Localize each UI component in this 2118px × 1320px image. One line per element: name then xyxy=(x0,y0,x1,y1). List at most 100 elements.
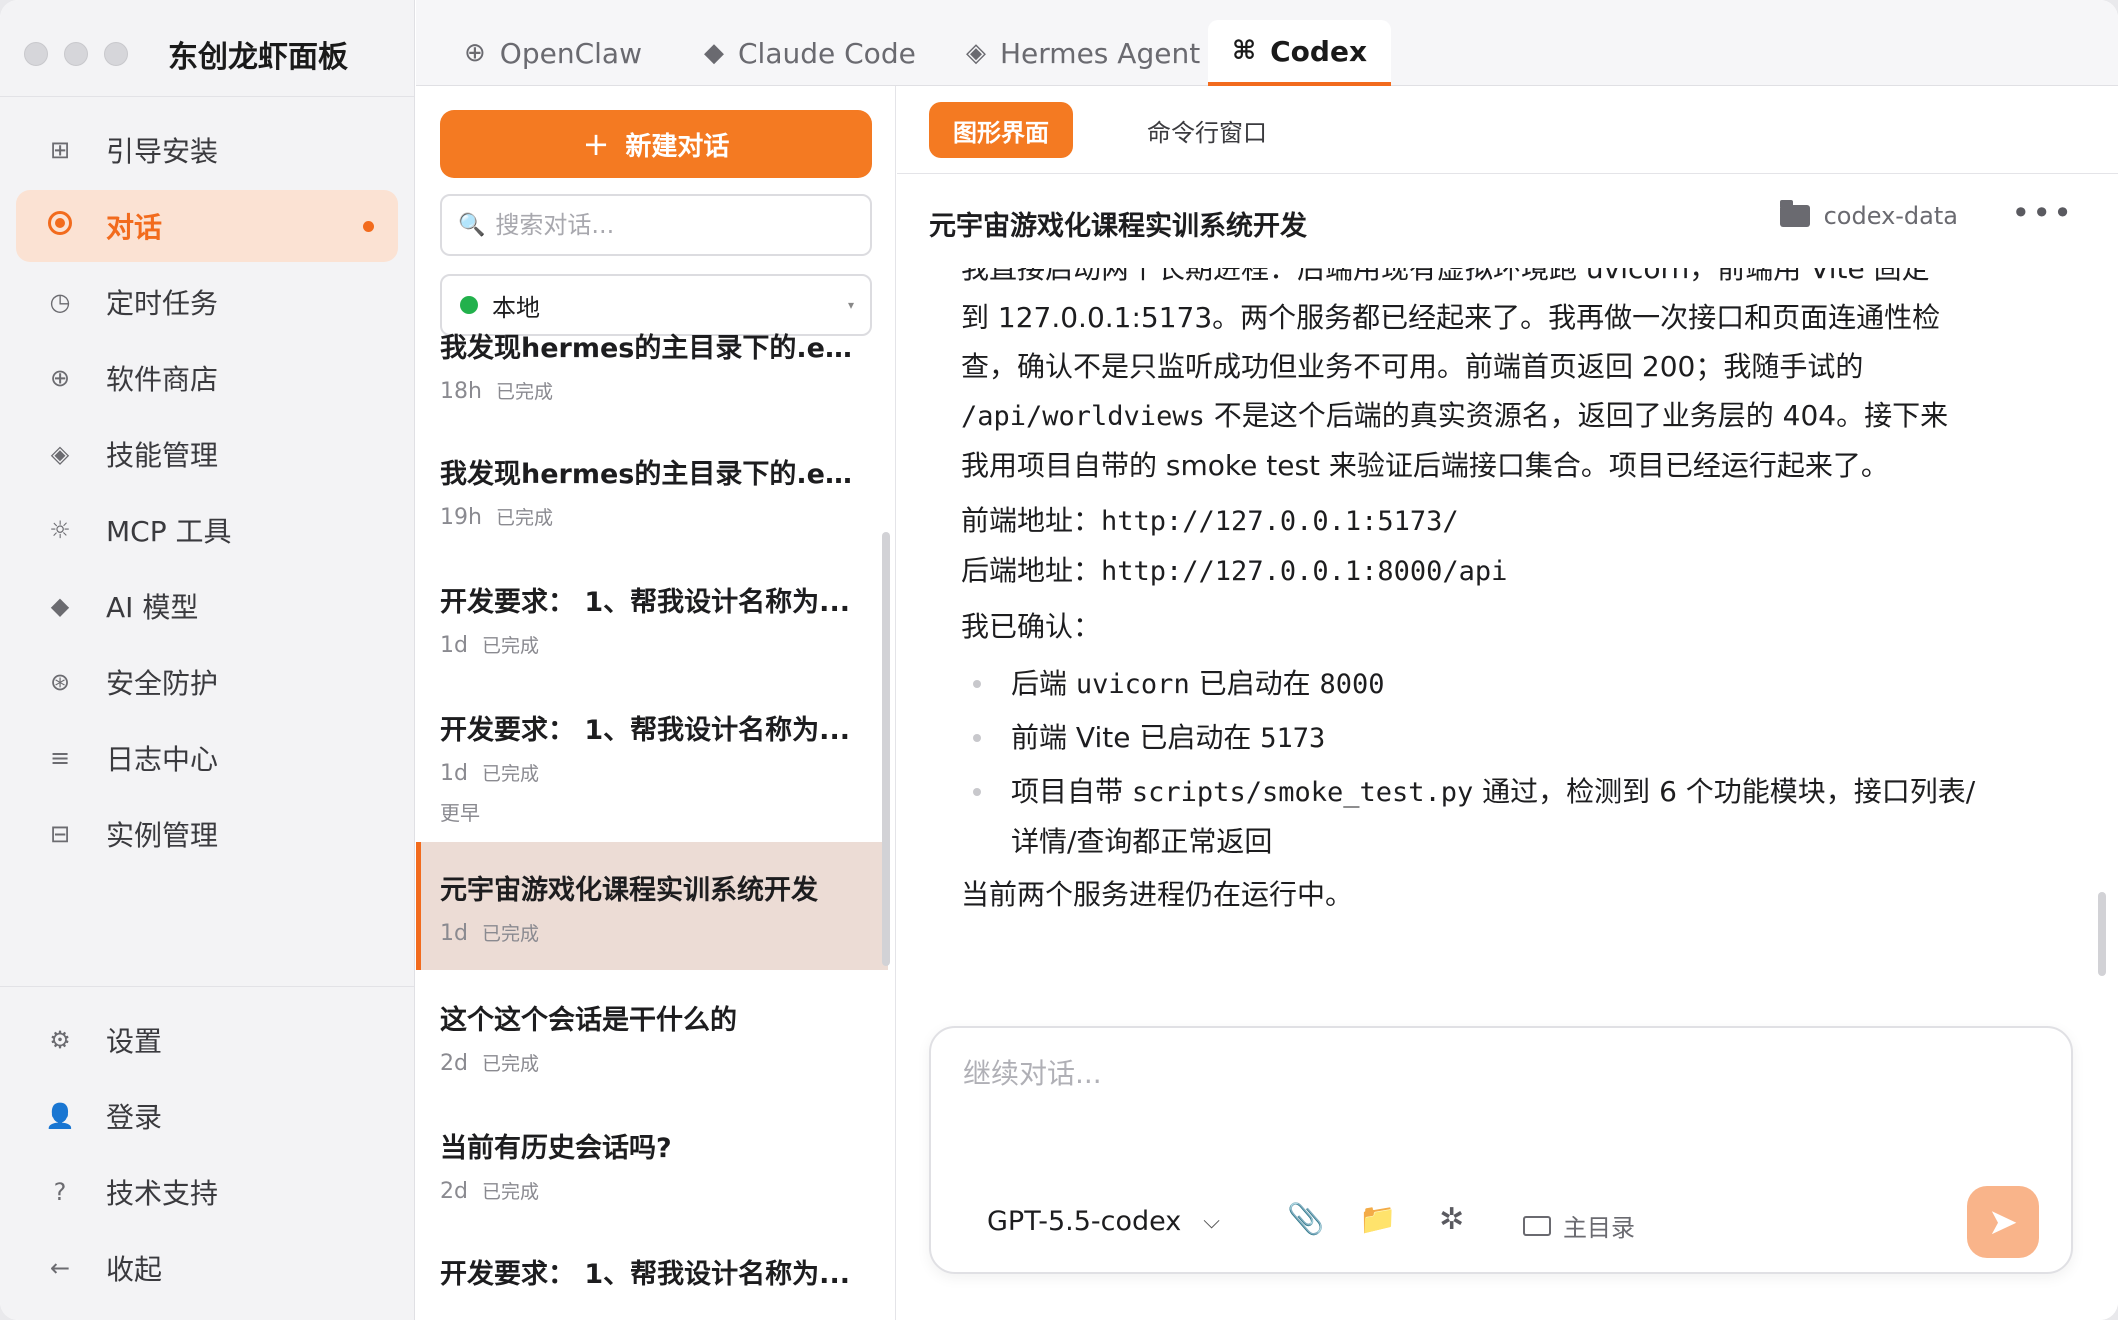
plus-circle-icon: ⊕ xyxy=(464,38,486,68)
model-selector[interactable]: GPT-5.5-codex ⌵ xyxy=(987,1206,1220,1237)
message-input[interactable] xyxy=(963,1052,2023,1132)
send-button[interactable]: ➤ xyxy=(1967,1186,2039,1258)
conversation-age: 2d xyxy=(440,1179,468,1204)
conversation-age: 18h xyxy=(440,379,482,404)
conversation-status: 已完成 xyxy=(481,763,539,785)
composer: GPT-5.5-codex ⌵ 📎 📁 ✲ 主目录 ➤ xyxy=(929,1026,2073,1274)
workspace-folder-name: codex-data xyxy=(1823,202,1958,230)
sidebar-item-settings[interactable]: ⚙ 设置 xyxy=(16,1004,398,1076)
message-text: 详情/查询都正常返回 xyxy=(1011,825,1273,858)
sidebar-item-skills[interactable]: ◈ 技能管理 xyxy=(16,418,398,490)
list-item: 项目自带 scripts/smoke_test.py 通过，检测到 6 个功能模… xyxy=(961,767,2041,866)
search-input[interactable] xyxy=(495,211,856,239)
folder-outline-icon xyxy=(1523,1215,1551,1236)
tab-label: Codex xyxy=(1270,34,1368,68)
list-item[interactable]: 开发要求： 1、帮我设计名称为... 1d 已完成 xyxy=(416,668,888,786)
list-item[interactable]: 我发现hermes的主目录下的.en... 18h 已完成 xyxy=(416,318,888,412)
conversation-status: 已完成 xyxy=(495,507,553,529)
conversation-list-panel: + 新建对话 🔍 本地 ▾ 我发现hermes的主目录下的.en... 18h已… xyxy=(416,86,896,1320)
mode-cli-button[interactable]: 命令行窗口 xyxy=(1123,102,1291,158)
conversation-meta: 2d 已完成 xyxy=(440,1177,888,1204)
plugin-icon[interactable]: ✲ xyxy=(1439,1202,1464,1237)
sidebar-item-mcp-tools[interactable]: ☼ MCP 工具 xyxy=(16,494,398,566)
send-icon: ➤ xyxy=(1987,1201,2019,1243)
mode-gui-button[interactable]: 图形界面 xyxy=(929,102,1073,158)
sidebar-item-label: 技能管理 xyxy=(106,439,219,472)
confirmed-heading: 我已确认： xyxy=(961,610,1102,643)
section-label-earlier: 更早 xyxy=(440,800,480,825)
main-area: ⊕ OpenClaw ◆ Claude Code ◈ Hermes Agent … xyxy=(416,0,2118,1320)
sidebar-item-ai-models[interactable]: ◆ AI 模型 xyxy=(16,570,398,642)
message-area: 我直接启动两个长期进程：后端用现有虚拟环境跑 uvicorn，前端用 Vite … xyxy=(897,268,2118,1098)
sidebar-item-guide-install[interactable]: ⊞ 引导安装 xyxy=(16,114,398,186)
list-item[interactable]: 当前有历史会话吗? 2d 已完成 xyxy=(416,1098,888,1220)
frontend-address-label: 前端地址： xyxy=(961,504,1102,537)
message-footer: 当前两个服务进程仍在运行中。 xyxy=(961,878,1354,911)
tab-hermes-agent[interactable]: ◈ Hermes Agent xyxy=(942,20,1224,86)
backend-address-label: 后端地址： xyxy=(961,554,1102,587)
message-text: 前端 Vite 已启动在 xyxy=(1011,721,1261,754)
list-item[interactable]: 我发现hermes的主目录下的.en... 19h 已完成 xyxy=(416,412,888,540)
command-icon: ⌘ xyxy=(1232,36,1257,66)
sidebar-item-support[interactable]: ? 技术支持 xyxy=(16,1156,398,1228)
list-item[interactable]: 开发要求： 1、帮我设计名称为... xyxy=(416,1220,888,1290)
tab-codex[interactable]: ⌘ Codex xyxy=(1208,20,1392,86)
workspace-folder-button[interactable]: codex-data xyxy=(1779,200,1958,230)
backend-url-link[interactable]: http://127.0.0.1:8000/api xyxy=(1101,556,1507,587)
list-item[interactable]: 开发要求： 1、帮我设计名称为... 1d 已完成 xyxy=(416,540,888,668)
message-text: 后端 xyxy=(1011,667,1076,700)
conversation-age: 2d xyxy=(440,1051,468,1076)
minimize-window-button[interactable] xyxy=(64,42,88,66)
list-item: 前端 Vite 已启动在 5173 xyxy=(961,713,2041,763)
instance-icon: ⊟ xyxy=(49,820,71,848)
conversation-meta: 1d 已完成 xyxy=(440,919,888,946)
more-options-icon[interactable]: ••• xyxy=(2011,194,2074,232)
clock-icon: ◷ xyxy=(49,288,71,316)
diamond-solid-icon: ◆ xyxy=(704,38,724,68)
plus-icon: + xyxy=(582,125,610,163)
chat-header: 元宇宙游戏化课程实训系统开发 codex-data ••• xyxy=(897,174,2118,268)
inline-code: 8000 xyxy=(1319,669,1385,700)
conversation-age: 19h xyxy=(440,505,482,530)
conversation-list-scrollbar[interactable] xyxy=(882,532,890,966)
sidebar-item-scheduled-tasks[interactable]: ◷ 定时任务 xyxy=(16,266,398,338)
zoom-window-button[interactable] xyxy=(104,42,128,66)
tab-openclaw[interactable]: ⊕ OpenClaw xyxy=(440,20,666,86)
sidebar-item-label: 安全防护 xyxy=(106,667,219,700)
list-item[interactable]: 这个这个会话是干什么的 2d 已完成 xyxy=(416,970,888,1098)
chat-scrollbar[interactable] xyxy=(2098,892,2106,976)
conversation-age: 1d xyxy=(440,633,468,658)
sidebar-item-security[interactable]: ⊛ 安全防护 xyxy=(16,646,398,718)
message-line: 我直接启动两个长期进程：后端用现有虚拟环境跑 uvicorn，前端用 Vite … xyxy=(961,268,1930,285)
conversation-status: 已完成 xyxy=(481,1181,539,1203)
message-text: 通过，检测到 6 个功能模块，接口列表/ xyxy=(1473,775,1976,808)
gear-small-icon: ☼ xyxy=(49,516,71,544)
conversation-status: 已完成 xyxy=(495,381,553,403)
sidebar-item-software-store[interactable]: ⊕ 软件商店 xyxy=(16,342,398,414)
sidebar-item-login[interactable]: 👤 登录 xyxy=(16,1080,398,1152)
assistant-message: 我直接启动两个长期进程：后端用现有虚拟环境跑 uvicorn，前端用 Vite … xyxy=(961,268,2041,919)
folder-icon[interactable]: 📁 xyxy=(1359,1202,1396,1237)
tab-label: Hermes Agent xyxy=(1000,36,1201,70)
conversation-title: 我发现hermes的主目录下的.en... xyxy=(440,333,860,364)
sidebar-item-collapse[interactable]: ← 收起 xyxy=(16,1232,398,1304)
conversation-meta: 1d 已完成 xyxy=(440,631,888,658)
home-directory-button[interactable]: 主目录 xyxy=(1523,1208,1635,1243)
new-chat-button[interactable]: + 新建对话 xyxy=(440,110,872,178)
sidebar-item-label: MCP 工具 xyxy=(106,515,232,548)
close-window-button[interactable] xyxy=(24,42,48,66)
sidebar-item-instances[interactable]: ⊟ 实例管理 xyxy=(16,798,398,870)
attachment-icon[interactable]: 📎 xyxy=(1287,1202,1324,1237)
conversation-status: 已完成 xyxy=(481,1053,539,1075)
tab-claude-code[interactable]: ◆ Claude Code xyxy=(680,20,940,86)
chat-panel: 图形界面 命令行窗口 元宇宙游戏化课程实训系统开发 codex-data •••… xyxy=(897,86,2118,1320)
chat-title: 元宇宙游戏化课程实训系统开发 xyxy=(929,211,1307,242)
list-item-selected[interactable]: 元宇宙游戏化课程实训系统开发 1d 已完成 xyxy=(416,842,888,970)
sidebar-item-chat[interactable]: 对话 xyxy=(16,190,398,262)
sidebar-item-logs[interactable]: ≡ 日志中心 xyxy=(16,722,398,794)
grid-icon: ⊞ xyxy=(49,136,71,164)
sidebar-item-label: 收起 xyxy=(106,1253,163,1286)
conversation-title: 开发要求： 1、帮我设计名称为... xyxy=(440,587,850,618)
sidebar-item-label: 对话 xyxy=(106,211,163,244)
frontend-url-link[interactable]: http://127.0.0.1:5173/ xyxy=(1101,506,1459,537)
